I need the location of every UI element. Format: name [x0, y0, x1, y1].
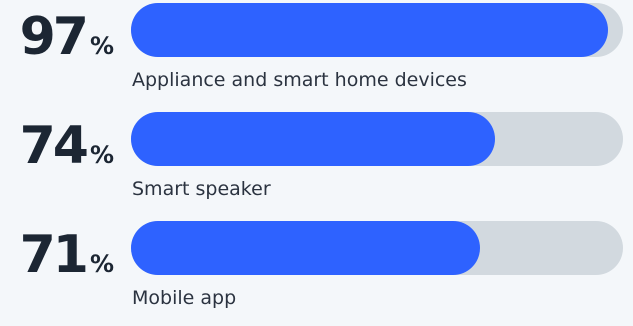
- category-label-1: Smart speaker: [132, 178, 271, 200]
- category-label-0: Appliance and smart home devices: [132, 69, 467, 91]
- bar-track-2: [131, 221, 623, 275]
- category-label-2: Mobile app: [132, 287, 237, 309]
- value-label-2: 71%: [0, 220, 114, 299]
- value-label-0: 97%: [0, 2, 114, 81]
- value-label-1: 74%: [0, 111, 114, 190]
- value-number-1: 74: [19, 116, 89, 176]
- bar-row-0: 97% Appliance and smart home devices: [0, 0, 633, 108]
- value-unit-0: %: [89, 32, 114, 60]
- chart-canvas: { "chart_data": { "type": "bar", "orient…: [0, 0, 633, 310]
- value-unit-2: %: [89, 250, 114, 278]
- value-unit-1: %: [89, 141, 114, 169]
- bar-fill-1: [131, 112, 496, 166]
- bar-fill-0: [131, 3, 609, 57]
- value-number-0: 97: [19, 7, 89, 67]
- bar-row-1: 74% Smart speaker: [0, 109, 633, 217]
- bar-track-0: [131, 3, 623, 57]
- value-number-2: 71: [19, 225, 89, 285]
- bar-track-1: [131, 112, 623, 166]
- bar-fill-2: [131, 221, 481, 275]
